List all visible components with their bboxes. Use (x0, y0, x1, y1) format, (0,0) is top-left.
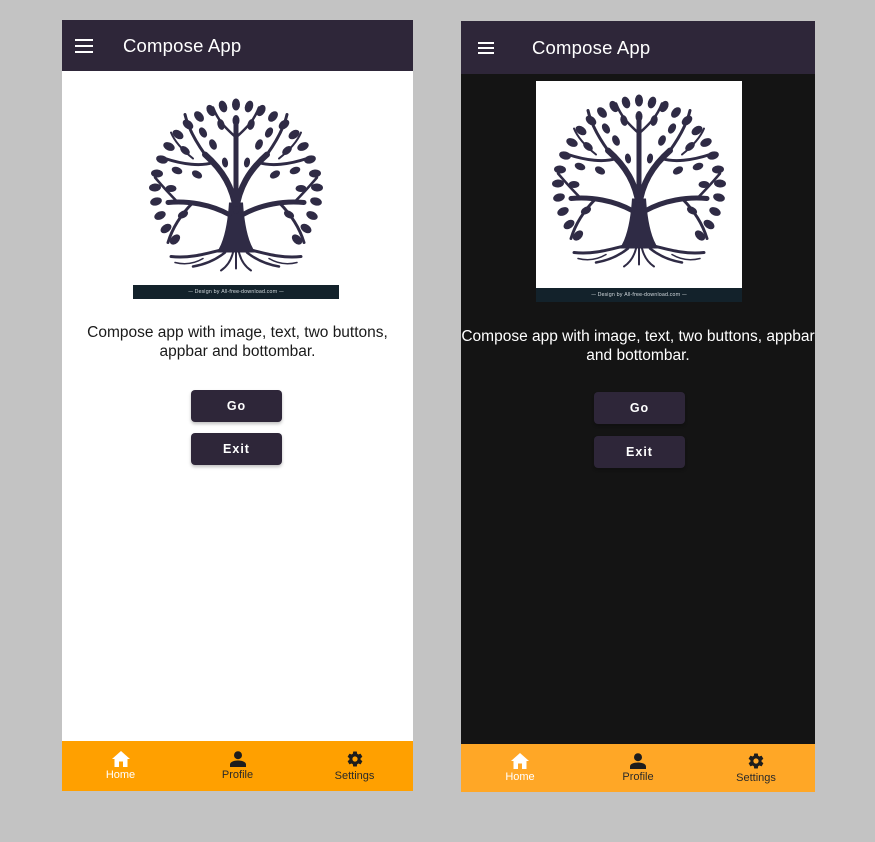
bottom-nav-settings-label: Settings (736, 772, 776, 784)
home-icon (111, 751, 130, 767)
content-area: — Design by All-free-download.com — Comp… (62, 71, 413, 741)
exit-button[interactable]: Exit (594, 436, 685, 468)
bottom-nav-settings-label: Settings (334, 770, 375, 782)
top-app-bar: Compose App (461, 21, 815, 74)
bottom-nav-home[interactable]: Home (62, 741, 179, 791)
bottom-nav-settings[interactable]: Settings (697, 744, 815, 792)
home-icon (511, 753, 529, 769)
content-area: — Design by All-free-download.com — Comp… (461, 74, 815, 744)
menu-icon[interactable] (62, 24, 106, 68)
bottom-nav-home-label: Home (105, 769, 136, 781)
bottom-navigation-bar: Home Profile Settings (461, 744, 815, 792)
person-icon (630, 753, 646, 769)
image-credit: — Design by All-free-download.com — (133, 285, 339, 299)
tree-image: — Design by All-free-download.com — (536, 81, 742, 302)
tree-image: — Design by All-free-download.com — (133, 90, 339, 299)
bottom-navigation-bar: Home Profile Settings (62, 741, 413, 791)
dark-theme-screen: Compose App — Design by All-free-downloa… (461, 21, 815, 792)
go-button[interactable]: Go (594, 392, 685, 424)
tree-illustration (133, 90, 339, 285)
exit-button[interactable]: Exit (191, 433, 282, 465)
app-title: Compose App (123, 34, 242, 56)
light-theme-screen: Compose App — Design by All-free-downloa… (62, 20, 413, 791)
go-button[interactable]: Go (191, 390, 282, 422)
bottom-nav-profile-label: Profile (221, 769, 254, 781)
gear-icon (748, 753, 764, 769)
bottom-nav-settings[interactable]: Settings (296, 741, 413, 791)
top-app-bar: Compose App (62, 20, 413, 71)
description-text: Compose app with image, text, two button… (87, 324, 388, 360)
app-title: Compose App (532, 36, 651, 58)
bottom-nav-home-label: Home (505, 771, 535, 783)
tree-illustration (536, 81, 742, 281)
bottom-nav-home[interactable]: Home (461, 744, 579, 792)
image-credit: — Design by All-free-download.com — (536, 288, 742, 302)
bottom-nav-profile[interactable]: Profile (179, 741, 296, 791)
gear-icon (347, 751, 362, 767)
menu-icon[interactable] (461, 26, 511, 70)
person-icon (229, 751, 246, 767)
bottom-nav-profile[interactable]: Profile (579, 744, 697, 792)
description-text: Compose app with image, text, two button… (461, 328, 815, 364)
bottom-nav-profile-label: Profile (622, 771, 654, 783)
